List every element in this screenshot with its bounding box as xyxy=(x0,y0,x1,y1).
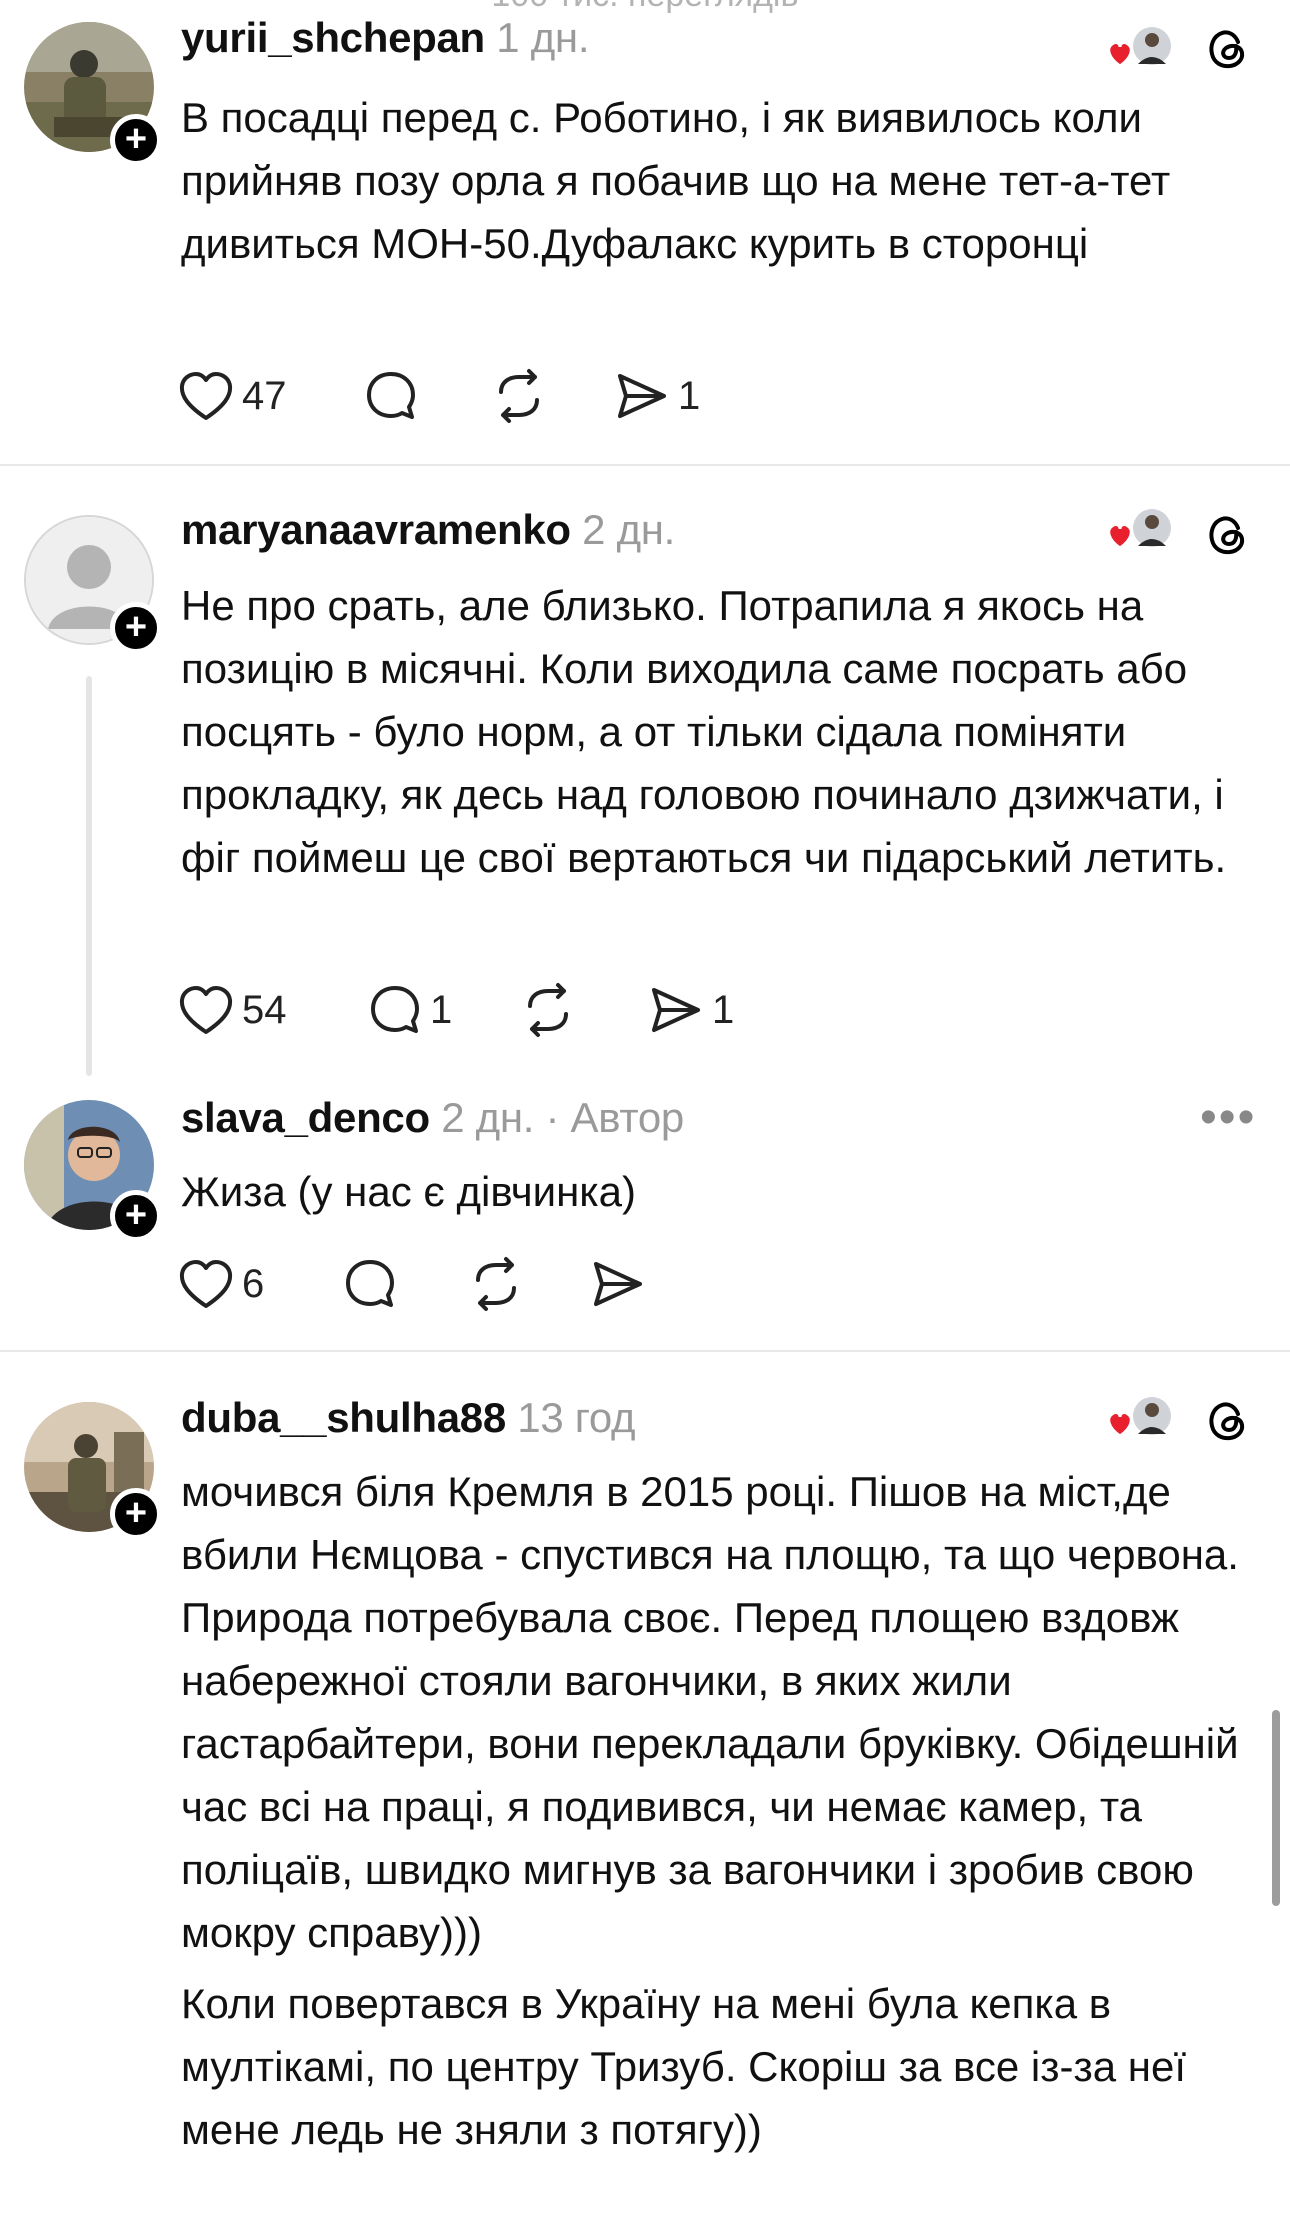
timestamp: 2 дн. xyxy=(582,506,676,553)
divider xyxy=(0,464,1290,466)
heart-outline-icon xyxy=(179,1260,233,1308)
send-icon xyxy=(594,1262,642,1306)
like-count: 6 xyxy=(242,1261,265,1306)
share-count: 1 xyxy=(712,987,735,1032)
repost-arrows-icon xyxy=(528,983,568,1037)
repost-button[interactable] xyxy=(520,980,584,1040)
follow-plus-icon[interactable]: + xyxy=(110,602,162,654)
speech-bubble-icon xyxy=(346,1260,394,1307)
comment-body: В посадці перед с. Роботино, і як виявил… xyxy=(181,86,1261,283)
like-button[interactable]: 47 xyxy=(178,366,287,426)
liked-by-author-icon xyxy=(1104,1396,1176,1447)
threads-logo-icon[interactable] xyxy=(1204,1398,1250,1449)
comment-header: yurii_shchepan 1 дн. xyxy=(181,14,590,62)
repost-arrows-icon xyxy=(499,369,539,423)
reply-button[interactable] xyxy=(364,366,426,426)
comment-paragraph: Коли повертався в Україну на мені була к… xyxy=(181,1980,1186,2153)
username[interactable]: duba__shulha88 xyxy=(181,1394,506,1441)
comment-body: Не про срать, але близько. Потрапила я я… xyxy=(181,574,1261,897)
comment-paragraph: мочився біля Кремля в 2015 році. Пішов н… xyxy=(181,1468,1239,1956)
more-dots-icon[interactable]: ••• xyxy=(1200,1090,1256,1145)
comment-header: slava_denco 2 дн. · Автор xyxy=(181,1094,684,1142)
thread-connector-line xyxy=(86,676,92,1076)
speech-bubble-icon xyxy=(367,372,415,419)
share-button[interactable] xyxy=(590,1254,654,1314)
reply-button[interactable]: 1 xyxy=(368,980,452,1040)
comment-body: Жиза (у нас є дівчинка) xyxy=(181,1160,1261,1231)
like-count: 47 xyxy=(242,373,287,418)
comment-header: maryanaavramenko 2 дн. xyxy=(181,506,675,554)
timestamp: 2 дн. xyxy=(441,1094,535,1141)
send-icon xyxy=(618,374,666,418)
send-icon xyxy=(652,988,700,1032)
comment-paragraph: Жиза (у нас є дівчинка) xyxy=(181,1168,636,1215)
liked-by-author-icon xyxy=(1104,26,1176,77)
liked-by-author-icon xyxy=(1104,508,1176,559)
comment-paragraph: В посадці перед с. Роботино, і як виявил… xyxy=(181,94,1171,267)
username[interactable]: yurii_shchepan xyxy=(181,14,485,61)
follow-plus-icon[interactable]: + xyxy=(110,114,162,166)
speech-bubble-icon xyxy=(371,986,419,1033)
reply-count: 1 xyxy=(430,987,453,1032)
repost-button[interactable] xyxy=(468,1254,532,1314)
views-count: 100 тис. переглядів xyxy=(0,0,1290,15)
timestamp: 13 год xyxy=(517,1394,636,1441)
repost-arrows-icon xyxy=(476,1257,516,1311)
username[interactable]: maryanaavramenko xyxy=(181,506,571,553)
repost-button[interactable] xyxy=(491,366,555,426)
follow-plus-icon[interactable]: + xyxy=(110,1488,162,1540)
like-button[interactable]: 54 xyxy=(178,980,287,1040)
reply-button[interactable] xyxy=(343,1254,405,1314)
threads-logo-icon[interactable] xyxy=(1204,26,1250,77)
share-button[interactable]: 1 xyxy=(614,366,700,426)
heart-outline-icon xyxy=(179,986,233,1034)
follow-plus-icon[interactable]: + xyxy=(110,1190,162,1242)
heart-outline-icon xyxy=(179,372,233,420)
share-count: 1 xyxy=(678,373,701,418)
comment-body: мочився біля Кремля в 2015 році. Пішов н… xyxy=(181,1460,1261,2169)
threads-logo-icon[interactable] xyxy=(1204,512,1250,563)
divider xyxy=(0,1350,1290,1352)
share-button[interactable]: 1 xyxy=(648,980,734,1040)
author-badge: · Автор xyxy=(545,1094,685,1141)
like-button[interactable]: 6 xyxy=(178,1254,264,1314)
like-count: 54 xyxy=(242,987,287,1032)
username[interactable]: slava_denco xyxy=(181,1094,430,1141)
scrollbar[interactable] xyxy=(1272,1710,1280,1906)
timestamp: 1 дн. xyxy=(496,14,590,61)
comment-paragraph: Не про срать, але близько. Потрапила я я… xyxy=(181,582,1227,881)
comment-header: duba__shulha88 13 год xyxy=(181,1394,636,1442)
